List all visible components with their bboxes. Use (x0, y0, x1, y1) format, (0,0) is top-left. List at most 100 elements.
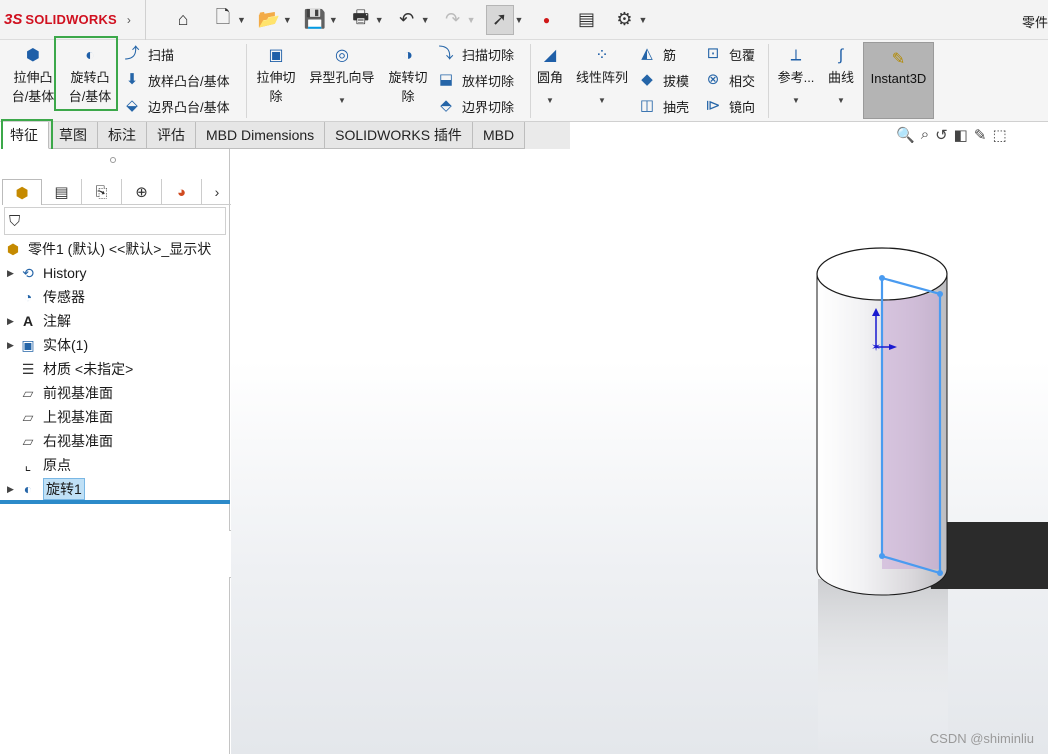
undo-icon[interactable]: ↶ (394, 5, 420, 35)
curves-dropdown-icon[interactable]: ▼ (824, 91, 858, 110)
panel-grip-handle[interactable] (110, 157, 116, 163)
feature-manager-panel: ⬢ ▤ ⎘ ⊕ ◕ › ⛉ ⬢ 零件1 (默认) <<默认>_显示状 ▶ ⟲ H… (0, 149, 232, 754)
loft-cut-label: 放样切除 (462, 73, 515, 89)
filter-funnel-icon: ⛉ (9, 212, 21, 230)
loft-boss-button[interactable]: ⬇ 放样凸台/基体 (122, 68, 230, 92)
reference-geometry-button[interactable]: ⟂ 参考... ▼ (774, 42, 818, 110)
fillet-button[interactable]: ◢ 圆角 ▼ (534, 42, 566, 110)
save-icon[interactable]: 💾 (302, 5, 328, 35)
rebuild-traffic-light-icon[interactable]: ● (533, 5, 559, 35)
previous-view-icon[interactable]: ↺ (935, 126, 948, 144)
home-icon[interactable]: ⌂ (170, 5, 196, 35)
tab-markup[interactable]: 标注 (98, 122, 147, 149)
solidworks-logo[interactable]: 3S SOLIDWORKS › (0, 0, 146, 40)
rollback-bar[interactable] (0, 500, 230, 504)
new-dropdown-icon[interactable]: ▼ (237, 15, 246, 25)
sketch-point[interactable] (937, 570, 943, 576)
wrap-button[interactable]: ⊡ 包覆 (703, 42, 755, 66)
tab-mbd[interactable]: MBD (472, 122, 526, 149)
extrude-boss-button[interactable]: ⬢ 拉伸凸台/基体 (8, 42, 58, 106)
hole-wizard-label: 异型孔向导 (309, 70, 375, 85)
display-manager-tab-icon[interactable]: ◕ (162, 179, 202, 205)
hole-wizard-dropdown-icon[interactable]: ▼ (306, 91, 378, 110)
tree-item-revolve1[interactable]: ▶ ◐ 旋转1 (0, 477, 230, 501)
rib-button[interactable]: ◭ 筋 (637, 42, 676, 66)
tab-sketch[interactable]: 草图 (49, 122, 98, 149)
linear-pattern-dropdown-icon[interactable]: ▼ (572, 91, 632, 110)
expand-arrow-icon[interactable]: ▶ (7, 268, 19, 279)
intersect-button[interactable]: ⊗ 相交 (703, 68, 755, 92)
save-dropdown-icon[interactable]: ▼ (329, 15, 338, 25)
origin-icon: ⌞ (24, 457, 32, 473)
print-dropdown-icon[interactable]: ▼ (375, 15, 384, 25)
tree-item-sensors[interactable]: ◔ 传感器 (0, 285, 230, 309)
configuration-manager-tab-icon[interactable]: ⎘ (82, 179, 122, 205)
select-dropdown-icon[interactable]: ▼ (515, 15, 524, 25)
new-document-icon[interactable]: 🗋 (210, 5, 236, 35)
tree-item-annotations[interactable]: ▶ A 注解 (0, 309, 230, 333)
tree-root-part[interactable]: ⬢ 零件1 (默认) <<默认>_显示状 (0, 237, 230, 261)
zoom-to-fit-icon[interactable]: 🔍 (896, 126, 915, 144)
feature-tree: ⬢ 零件1 (默认) <<默认>_显示状 ▶ ⟲ History ◔ 传感器 ▶… (0, 237, 230, 501)
tree-item-front-plane[interactable]: ▱ 前视基准面 (0, 381, 230, 405)
expand-arrow-icon[interactable]: ▶ (7, 484, 19, 495)
extrude-cut-button[interactable]: ▣ 拉伸切除 (252, 42, 300, 106)
sweep-button[interactable]: ⤴ 扫描 (122, 42, 174, 66)
tree-item-origin[interactable]: ⌞ 原点 (0, 453, 230, 477)
sweep-cut-button[interactable]: ⤵ 扫描切除 (436, 42, 514, 66)
dimxpert-manager-tab-icon[interactable]: ⊕ (122, 179, 162, 205)
sensor-icon: ◔ (23, 289, 33, 305)
tab-mbd-dimensions[interactable]: MBD Dimensions (196, 122, 326, 149)
mirror-icon: ⧐ (705, 97, 721, 114)
sketch-point[interactable] (937, 291, 943, 297)
property-manager-tab-icon[interactable]: ▤ (42, 179, 82, 205)
draft-button[interactable]: ◆ 拔模 (637, 68, 689, 92)
more-tabs-chevron-icon[interactable]: › (202, 179, 232, 205)
reference-dropdown-icon[interactable]: ▼ (774, 91, 818, 110)
undo-dropdown-icon[interactable]: ▼ (421, 15, 430, 25)
file-properties-icon[interactable]: ▤ (573, 5, 599, 35)
expand-arrow-icon[interactable]: ▶ (7, 316, 19, 327)
curves-button[interactable]: ∫ 曲线 ▼ (824, 42, 858, 110)
tab-evaluate[interactable]: 评估 (147, 122, 196, 149)
linear-pattern-button[interactable]: ⁘ 线性阵列 ▼ (572, 42, 632, 110)
open-dropdown-icon[interactable]: ▼ (283, 15, 292, 25)
print-icon[interactable]: 🖶 (348, 5, 374, 35)
mirror-button[interactable]: ⧐ 镜向 (703, 94, 756, 118)
tab-solidworks-addins[interactable]: SOLIDWORKS 插件 (325, 122, 473, 149)
hole-wizard-button[interactable]: ◎ 异型孔向导 ▼ (306, 42, 378, 110)
sketch-point[interactable] (879, 275, 885, 281)
section-view-icon[interactable]: ◧ (954, 126, 968, 144)
revolve-cut-button[interactable]: ◑ 旋转切除 (384, 42, 432, 106)
ds-logo-icon: 3S (4, 11, 23, 28)
feature-manager-tab-icon[interactable]: ⬢ (2, 179, 42, 205)
expand-arrow-icon[interactable]: ▶ (7, 340, 19, 351)
tree-item-right-plane[interactable]: ▱ 右视基准面 (0, 429, 230, 453)
loft-cut-button[interactable]: ⬓ 放样切除 (436, 68, 514, 92)
boundary-cut-button[interactable]: ⬘ 边界切除 (436, 94, 514, 118)
options-dropdown-icon[interactable]: ▼ (638, 15, 647, 25)
redo-icon[interactable]: ↷ (440, 5, 466, 35)
loft-cut-icon: ⬓ (438, 71, 454, 88)
shell-button[interactable]: ◫ 抽壳 (637, 94, 689, 118)
tree-item-material[interactable]: ☰ 材质 <未指定> (0, 357, 230, 381)
open-folder-icon[interactable]: 📂 (256, 5, 282, 35)
zoom-to-area-icon[interactable]: ⌕ (921, 126, 929, 144)
tree-item-history[interactable]: ▶ ⟲ History (0, 261, 230, 285)
feature-filter-field[interactable]: ⛉ (4, 207, 226, 235)
sketch-point[interactable] (879, 553, 885, 559)
chevron-right-icon: › (126, 12, 131, 27)
options-gear-icon[interactable]: ⚙ (611, 5, 637, 35)
boundary-boss-button[interactable]: ⬙ 边界凸台/基体 (122, 94, 229, 118)
graphics-viewport[interactable]: ✶ CSDN @shiminliu (231, 149, 1048, 754)
view-orientation-icon[interactable]: ⬚ (992, 126, 1006, 144)
select-cursor-icon[interactable]: ➚ (485, 4, 514, 35)
tree-item-top-plane[interactable]: ▱ 上视基准面 (0, 405, 230, 429)
sweep-cut-label: 扫描切除 (462, 47, 515, 63)
fillet-dropdown-icon[interactable]: ▼ (534, 91, 566, 110)
linear-pattern-icon: ⁘ (595, 47, 609, 64)
dynamic-annotation-icon[interactable]: ✎ (974, 126, 987, 144)
instant3d-button[interactable]: ✎ Instant3D (863, 42, 934, 119)
tree-item-solid-bodies[interactable]: ▶ ▣ 实体(1) (0, 333, 230, 357)
redo-dropdown-icon[interactable]: ▼ (467, 15, 476, 25)
